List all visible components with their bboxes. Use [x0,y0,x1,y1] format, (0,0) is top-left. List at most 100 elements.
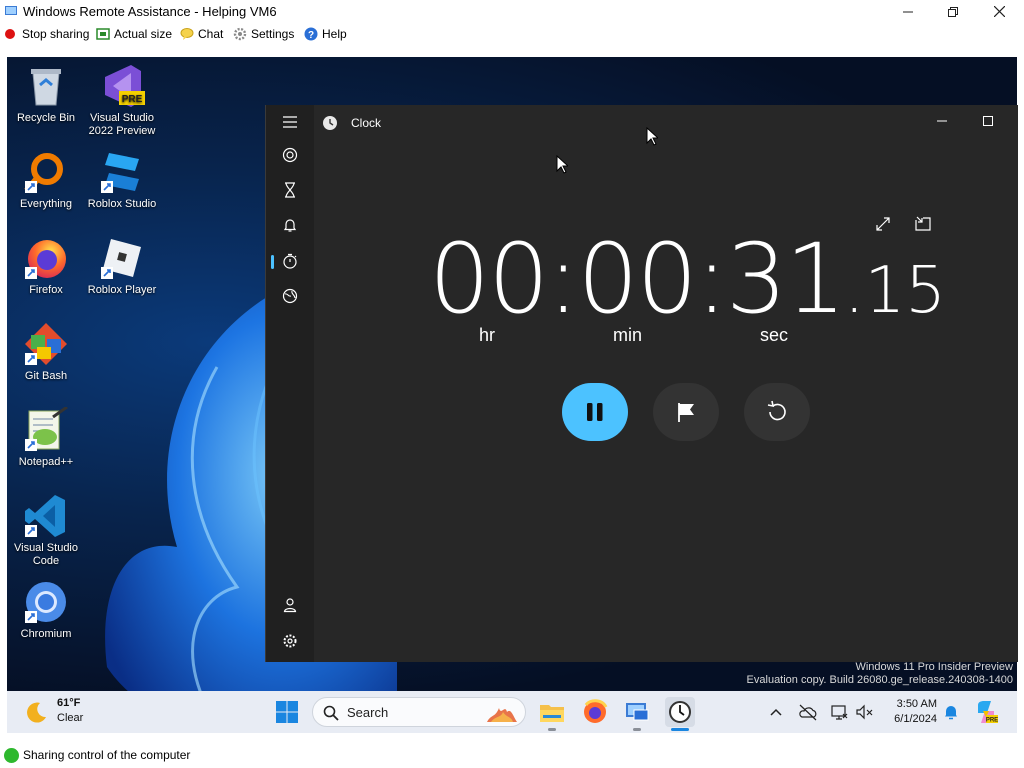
git-bash-icon [23,321,69,367]
lap-button[interactable] [653,383,719,441]
desktop-icon-roblox-player[interactable]: Roblox Player [83,235,161,297]
stopwatch-icon [283,253,297,269]
desktop-icon-notepad-plus-plus[interactable]: Notepad++ [7,405,85,469]
taskbar-remote-assistance[interactable] [622,697,652,727]
stop-sharing-button[interactable]: Stop sharing [4,26,89,42]
notifications-button[interactable] [942,703,960,721]
clock-time[interactable]: 3:50 AM [877,698,937,710]
mouse-cursor [556,155,568,174]
desktop-icon-label: Visual Studio 2022 Preview [88,112,156,137]
minimize-icon [903,11,913,12]
desktop-icon-label: Chromium [20,628,72,640]
desktop-icon-everything[interactable]: Everything [7,149,85,211]
volume-tray[interactable] [855,703,873,721]
gear-icon [283,634,297,648]
copilot-icon: PRE [978,701,998,724]
nav-alarm[interactable] [274,210,306,240]
hourglass-icon [285,182,295,198]
ra-statusbar: Sharing control of the computer [0,744,1024,768]
globe-icon [282,288,298,304]
desktop-icon-visual-studio-code[interactable]: Visual Studio Code [7,493,85,568]
remote-assistance-icon [626,703,649,721]
stopwatch-display: 00:00:31.15 [429,223,946,335]
folder-icon [540,705,564,722]
nav-account[interactable] [274,590,306,620]
nav-stopwatch[interactable] [274,246,306,276]
separator: : [695,223,728,335]
clock-date[interactable]: 6/1/2024 [877,713,937,725]
hamburger-icon [283,116,297,128]
gear-icon [233,27,247,41]
cloud-off-icon [799,704,817,721]
minimize-button[interactable] [885,0,931,23]
svg-text:PRE: PRE [986,718,998,724]
actual-size-button[interactable]: Actual size [96,26,172,42]
chat-button[interactable]: Chat [180,26,223,42]
reset-button[interactable] [744,383,810,441]
person-icon [283,598,297,613]
clock-minimize-button[interactable] [933,113,951,129]
desktop-icon-label: Recycle Bin [16,112,76,124]
show-hidden-icons-button[interactable] [767,703,785,721]
weather-condition: Clear [57,712,84,724]
clock-app-icon [669,701,691,723]
restore-button[interactable] [930,0,976,23]
pause-button[interactable] [562,383,628,441]
desktop-icon-firefox[interactable]: Firefox [7,235,85,297]
search-icon [323,705,339,721]
desktop-icon-roblox-studio[interactable]: Roblox Studio [83,149,161,211]
clock-window[interactable]: Clock 00:00:31.15 hr min sec [265,105,1018,662]
taskbar-firefox[interactable] [580,697,610,727]
restore-icon [948,6,958,17]
desktop-icon-label: Git Bash [24,370,68,382]
search-highlight-icon [487,708,517,722]
start-button[interactable] [272,697,302,727]
nav-menu-button[interactable] [274,107,306,137]
desktop-icon-label: Notepad++ [18,456,74,468]
bell-icon [283,219,297,232]
clock-maximize-button[interactable] [979,113,997,129]
pre-badge: PRE [122,94,143,105]
taskbar-file-explorer[interactable] [537,697,567,727]
nav-world-clock[interactable] [274,281,306,311]
settings-button[interactable]: Settings [233,26,294,42]
actual-size-icon [96,27,110,41]
hundredths-value: 15 [864,254,946,328]
desktop-icon-chromium[interactable]: Chromium [7,579,85,641]
window-title: Windows Remote Assistance - Helping VM6 [23,4,277,19]
chromium-icon [23,579,69,625]
visual-studio-icon: PRE [99,63,145,109]
close-button[interactable] [976,0,1022,23]
help-button[interactable]: ? Help [304,26,347,42]
min-label: min [613,325,643,345]
copilot-button[interactable]: PRE [973,699,999,725]
search-label: Search [347,705,389,720]
taskbar-search[interactable]: Search [312,697,526,727]
reset-icon [767,400,786,421]
onedrive-tray[interactable] [798,703,817,721]
decimal-point: . [844,254,865,328]
status-connected-icon [4,748,19,763]
clock-title: Clock [351,116,382,130]
nav-focus-sessions[interactable] [274,140,306,170]
flag-icon [678,403,694,422]
taskbar-clock[interactable] [665,697,695,727]
maximize-icon [983,116,993,126]
desktop-icon-recycle-bin[interactable]: Recycle Bin [7,63,85,125]
nav-settings[interactable] [274,626,306,656]
help-label: Help [322,27,347,41]
pause-icon [587,403,603,421]
sec-label: sec [760,325,789,345]
vscode-icon [23,493,69,539]
clock-main-panel [314,105,1018,662]
clock-sidebar [266,105,314,662]
ra-titlebar: Windows Remote Assistance - Helping VM6 [0,0,1024,23]
nav-timer[interactable] [274,175,306,205]
desktop-icon-visual-studio-2022[interactable]: PRE Visual Studio 2022 Preview [83,63,161,138]
clock-app-icon [323,116,337,130]
speaker-muted-icon [856,704,873,720]
watermark-line-2: Evaluation copy. Build 26080.ge_release.… [746,674,1013,686]
stop-icon [4,27,18,41]
network-tray[interactable] [830,703,848,721]
desktop-icon-git-bash[interactable]: Git Bash [7,321,85,383]
